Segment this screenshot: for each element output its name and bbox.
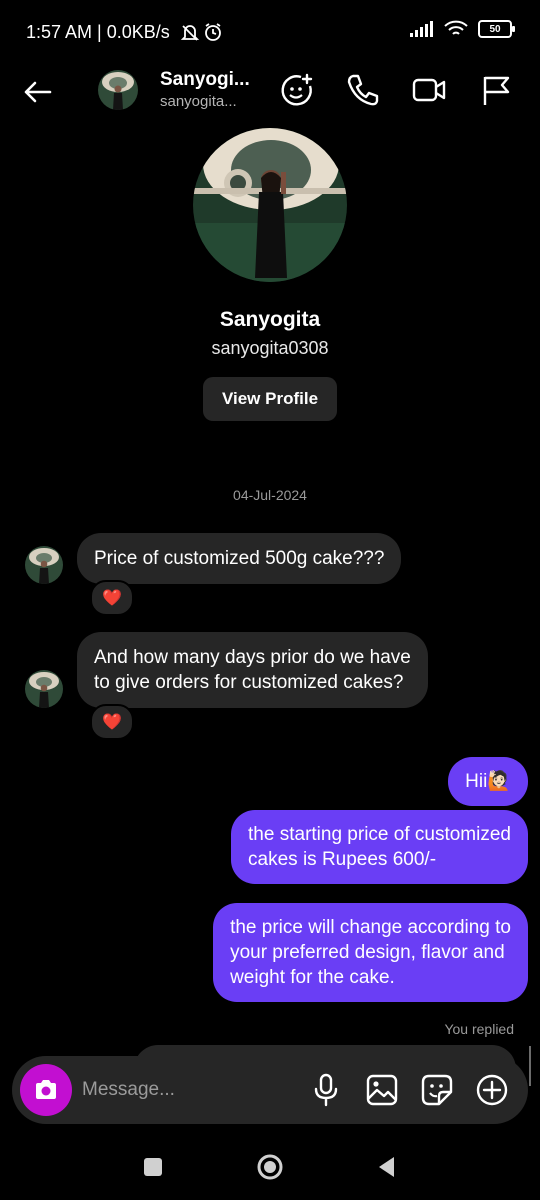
camera-icon (36, 1080, 56, 1099)
alarm-icon (205, 23, 221, 41)
heart-reaction[interactable]: ❤️ (90, 704, 134, 740)
message-text: Price of customized 500g cake??? (94, 548, 385, 569)
message-text: Hii🙋🏻 (465, 771, 511, 792)
video-icon[interactable] (411, 72, 447, 108)
message-text-line: cakes is Rupees 600/- (248, 849, 437, 870)
message-composer (12, 1056, 528, 1124)
outgoing-message[interactable]: the starting price of customized cakes i… (231, 810, 528, 884)
profile-avatar[interactable] (193, 128, 347, 282)
battery-icon: 50 (478, 20, 515, 38)
image-icon[interactable] (364, 1072, 400, 1108)
status-icons: 50 (410, 20, 515, 38)
header-name[interactable]: Sanyogi... (160, 69, 250, 91)
you-replied-label: You replied (444, 1021, 514, 1037)
wifi-icon (444, 20, 468, 35)
recents-square-icon[interactable] (138, 1152, 168, 1182)
microphone-icon[interactable] (308, 1072, 344, 1108)
profile-name: Sanyogita (219, 308, 321, 331)
message-text-line: the price will change according to (230, 917, 511, 938)
status-time: 1:57 AM | 0.0KB/s (26, 22, 170, 42)
date-separator: 04-Jul-2024 (233, 487, 307, 503)
emoji-plus-icon[interactable] (279, 72, 315, 108)
plus-circle-icon[interactable] (474, 1072, 510, 1108)
incoming-message[interactable]: And how many days prior do we have to gi… (77, 632, 428, 708)
header-username[interactable]: sanyogita... (160, 93, 237, 110)
incoming-message[interactable]: Price of customized 500g cake??? (77, 533, 402, 584)
chat-header: Sanyogi... sanyogita... (0, 62, 540, 120)
heart-icon: ❤️ (102, 714, 122, 731)
back-arrow-icon[interactable] (20, 74, 56, 110)
scrollbar[interactable] (529, 1046, 531, 1086)
message-text-line: to give orders for customized cakes? (94, 672, 404, 693)
message-text-line: weight for the cake. (230, 967, 395, 988)
signal-icon (410, 21, 433, 37)
phone-icon[interactable] (345, 72, 381, 108)
profile-username: sanyogita0308 (211, 338, 329, 358)
message-input[interactable] (82, 1072, 302, 1108)
home-circle-icon[interactable] (255, 1152, 285, 1182)
system-navigation-bar (0, 1130, 540, 1200)
flag-icon[interactable] (478, 72, 514, 108)
view-profile-button[interactable]: View Profile (203, 377, 337, 421)
header-avatar[interactable] (98, 70, 138, 110)
message-text-line: And how many days prior do we have (94, 647, 411, 668)
sticker-icon[interactable] (419, 1072, 455, 1108)
mute-bell-icon (180, 25, 200, 41)
back-triangle-icon[interactable] (372, 1152, 402, 1182)
message-text-line: the starting price of customized (248, 824, 511, 845)
heart-reaction[interactable]: ❤️ (90, 580, 134, 616)
outgoing-message[interactable]: the price will change according to your … (213, 903, 528, 1002)
outgoing-message[interactable]: Hii🙋🏻 (448, 757, 528, 806)
sender-avatar[interactable] (25, 546, 63, 584)
status-bar: 1:57 AM | 0.0KB/s 50 (0, 0, 540, 62)
sender-avatar[interactable] (25, 670, 63, 708)
heart-icon: ❤️ (102, 590, 122, 607)
message-text-line: your preferred design, flavor and (230, 942, 505, 963)
camera-button[interactable] (20, 1064, 72, 1116)
